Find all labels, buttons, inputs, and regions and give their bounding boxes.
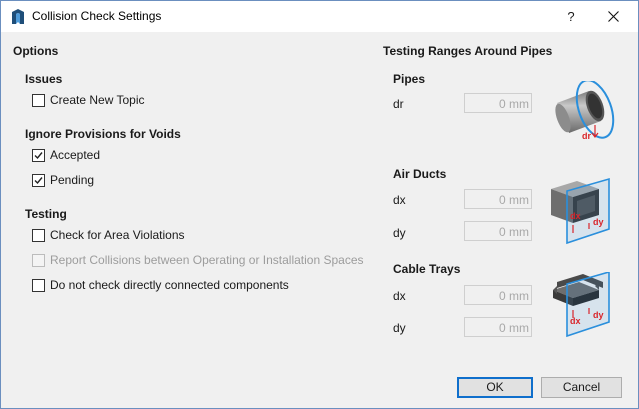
issues-heading: Issues — [25, 72, 63, 86]
air-ducts-dy-label: dy — [393, 226, 406, 240]
cable-trays-dx-input[interactable]: 0 mm — [464, 285, 532, 305]
no-connected-label: Do not check directly connected componen… — [50, 278, 289, 292]
report-collisions-label: Report Collisions between Operating or I… — [50, 253, 364, 267]
pipe-dr-illustration-label: dr — [582, 131, 591, 141]
air-ducts-dx-input[interactable]: 0 mm — [464, 189, 532, 209]
air-duct-dy-illustration-label: dy — [593, 217, 604, 227]
title-bar: Collision Check Settings ? — [1, 1, 638, 32]
air-ducts-dy-input[interactable]: 0 mm — [464, 221, 532, 241]
checkmark-icon — [34, 151, 43, 159]
ranges-heading: Testing Ranges Around Pipes — [383, 44, 553, 58]
pipes-dr-input[interactable]: 0 mm — [464, 93, 532, 113]
no-connected-row[interactable]: Do not check directly connected componen… — [32, 277, 289, 293]
cable-tray-illustration: dx dy — [553, 272, 610, 338]
pending-row[interactable]: Pending — [32, 172, 94, 188]
pipes-dr-label: dr — [393, 97, 404, 111]
close-icon — [608, 11, 619, 22]
cancel-button[interactable]: Cancel — [541, 377, 622, 398]
testing-heading: Testing — [25, 207, 67, 221]
area-violations-label: Check for Area Violations — [50, 228, 185, 242]
no-connected-checkbox[interactable] — [32, 278, 45, 292]
cable-trays-dx-label: dx — [393, 289, 406, 303]
collision-check-settings-dialog: Collision Check Settings ? Options Issue… — [0, 0, 639, 409]
pending-label: Pending — [50, 173, 95, 187]
air-duct-illustration: dx dy — [551, 177, 610, 245]
checkmark-icon — [34, 176, 43, 184]
window-title: Collision Check Settings — [32, 9, 162, 23]
help-button[interactable]: ? — [551, 3, 591, 30]
create-new-topic-row[interactable]: Create New Topic — [32, 92, 145, 108]
accepted-row[interactable]: Accepted — [32, 147, 100, 163]
report-collisions-checkbox — [32, 253, 45, 267]
area-violations-row[interactable]: Check for Area Violations — [32, 227, 185, 243]
cable-tray-dx-illustration-label: dx — [570, 316, 581, 326]
air-ducts-dx-label: dx — [393, 193, 406, 207]
pipe-illustration: dr — [555, 81, 615, 141]
cable-trays-dy-label: dy — [393, 321, 406, 335]
report-collisions-row: Report Collisions between Operating or I… — [32, 252, 364, 268]
air-ducts-heading: Air Ducts — [393, 167, 447, 181]
close-button[interactable] — [591, 3, 637, 30]
cable-tray-dy-illustration-label: dy — [593, 310, 604, 320]
area-violations-checkbox[interactable] — [32, 228, 45, 242]
create-new-topic-checkbox[interactable] — [32, 93, 45, 107]
pipes-heading: Pipes — [393, 72, 426, 86]
cable-trays-heading: Cable Trays — [393, 262, 461, 276]
options-heading: Options — [13, 44, 59, 58]
cable-trays-dy-input[interactable]: 0 mm — [464, 317, 532, 337]
accepted-label: Accepted — [50, 148, 101, 162]
app-logo-icon — [12, 9, 24, 24]
pending-checkbox[interactable] — [32, 173, 45, 187]
ignore-provisions-heading: Ignore Provisions for Voids — [25, 127, 181, 141]
accepted-checkbox[interactable] — [32, 148, 45, 162]
air-duct-dx-illustration-label: dx — [570, 211, 581, 221]
create-new-topic-label: Create New Topic — [50, 93, 145, 107]
ok-button[interactable]: OK — [457, 377, 533, 398]
